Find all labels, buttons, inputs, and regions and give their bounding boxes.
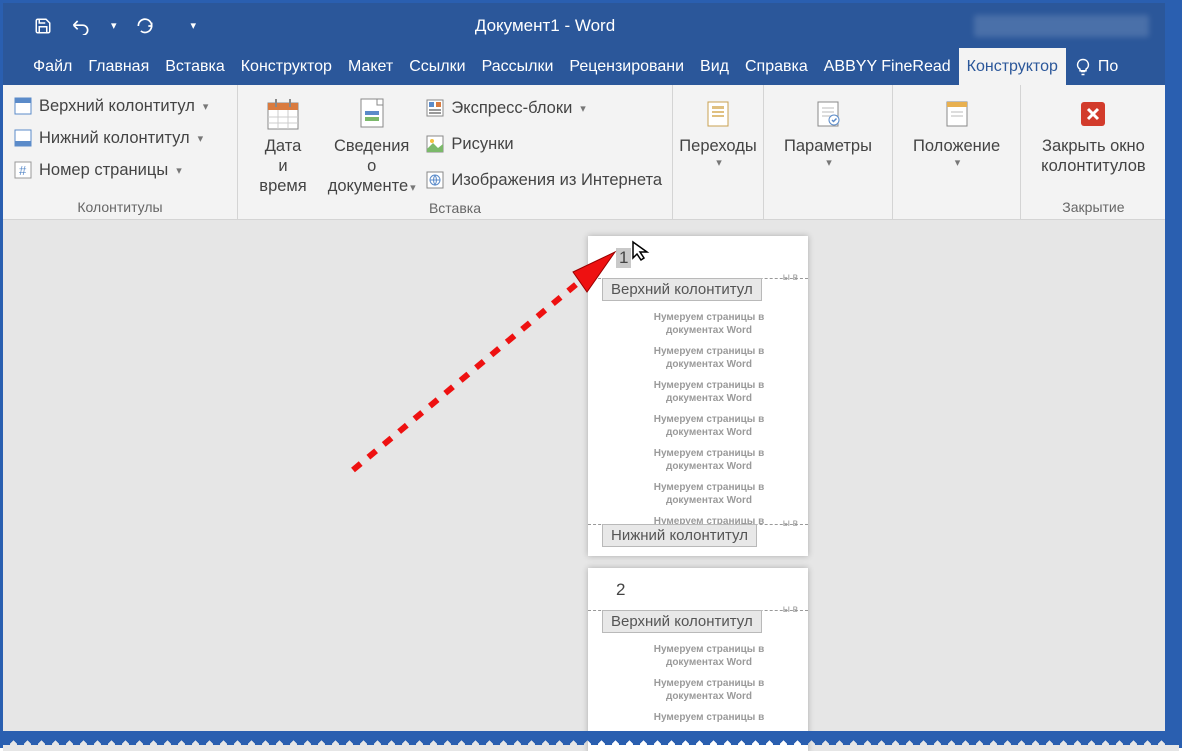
tell-me[interactable]: По — [1066, 48, 1126, 85]
close-l2: колонтитулов — [1041, 157, 1145, 177]
tab-help[interactable]: Справка — [737, 48, 816, 85]
header-icon — [13, 96, 33, 116]
goto-button[interactable]: Переходы ▾ — [683, 91, 753, 170]
online-pictures-icon — [425, 170, 445, 190]
document-workspace[interactable]: 1 ы в Верхний колонтитул Нумеруем страни… — [3, 220, 1179, 751]
title-bar: ▾ ▾ Документ1 - Word — [3, 3, 1179, 48]
webpictures-button[interactable]: Изображения из Интернета — [425, 167, 662, 193]
footer-label: Нижний колонтитул — [39, 129, 190, 148]
ribbon-tabs: Файл Главная Вставка Конструктор Макет С… — [3, 48, 1179, 85]
tab-hf-design[interactable]: Конструктор — [959, 48, 1066, 85]
footer-icon — [13, 128, 33, 148]
header-tag-p1: Верхний колонтитул — [602, 278, 762, 301]
chevron-down-icon: ▾ — [955, 157, 961, 170]
close-l1: Закрыть окно — [1042, 137, 1145, 157]
chevron-down-icon: ▾ — [198, 132, 204, 145]
page-2-body: Нумеруем страницы вдокументах Word Нумер… — [612, 643, 784, 724]
footer-button[interactable]: Нижний колонтитул ▾ — [13, 125, 208, 151]
options-button[interactable]: Параметры ▾ — [774, 91, 882, 170]
datetime-l2: время — [259, 177, 306, 197]
tab-references[interactable]: Ссылки — [401, 48, 473, 85]
quickparts-button[interactable]: Экспресс-блоки ▾ — [425, 95, 662, 121]
footer-tag-p1: Нижний колонтитул — [602, 524, 757, 547]
chevron-down-icon: ▾ — [203, 100, 209, 113]
tell-me-label: По — [1098, 58, 1118, 76]
webpictures-label: Изображения из Интернета — [451, 171, 662, 190]
pictures-label: Рисунки — [451, 135, 513, 154]
chevron-down-icon: ▾ — [716, 157, 722, 170]
chevron-down-icon: ▾ — [410, 182, 416, 194]
pictures-button[interactable]: Рисунки — [425, 131, 662, 157]
page-1-body: Нумеруем страницы вдокументах Word Нумер… — [612, 311, 784, 528]
chevron-down-icon: ▾ — [176, 164, 182, 177]
group-header-footer: Верхний колонтитул ▾ Нижний колонтитул ▾… — [3, 85, 238, 219]
edge-text: ы в — [783, 518, 798, 529]
close-icon — [1074, 95, 1112, 133]
docinfo-l2: документе — [328, 177, 408, 195]
position-button[interactable]: Положение ▾ — [903, 91, 1010, 170]
pagenumber-label: Номер страницы — [39, 161, 168, 180]
ribbon: Верхний колонтитул ▾ Нижний колонтитул ▾… — [3, 85, 1179, 220]
tab-view[interactable]: Вид — [692, 48, 737, 85]
page-number-1[interactable]: 1 — [616, 248, 631, 268]
screenshot-jagged-right — [1165, 3, 1179, 745]
window-title: Документ1 - Word — [116, 16, 974, 36]
tab-home[interactable]: Главная — [80, 48, 157, 85]
tab-layout[interactable]: Макет — [340, 48, 401, 85]
save-icon[interactable] — [33, 16, 53, 36]
tab-review[interactable]: Рецензировани — [561, 48, 692, 85]
pictures-icon — [425, 134, 445, 154]
goto-label: Переходы — [679, 137, 756, 157]
options-icon — [809, 95, 847, 133]
group-close-label: Закрытие — [1031, 195, 1155, 217]
datetime-button[interactable]: Дата и время — [248, 91, 318, 196]
screenshot-jagged-bottom — [3, 731, 1179, 745]
group-hf-label: Колонтитулы — [13, 195, 227, 217]
quickparts-icon — [425, 98, 445, 118]
page-2[interactable]: 2 ы в Верхний колонтитул Нумеруем страни… — [588, 568, 808, 751]
position-label: Положение — [913, 137, 1000, 157]
goto-icon — [699, 95, 737, 133]
close-hf-button[interactable]: Закрыть окно колонтитулов — [1031, 91, 1155, 177]
svg-text:#: # — [19, 163, 27, 178]
position-icon — [938, 95, 976, 133]
page-1[interactable]: 1 ы в Верхний колонтитул Нумеруем страни… — [588, 236, 808, 556]
pagenumber-button[interactable]: # Номер страницы ▾ — [13, 157, 208, 183]
tab-insert[interactable]: Вставка — [157, 48, 232, 85]
group-navigation: Переходы ▾ — [673, 85, 763, 219]
page-number-2[interactable]: 2 — [616, 580, 625, 600]
group-close: Закрыть окно колонтитулов Закрытие — [1021, 85, 1165, 219]
group-insert-label: Вставка — [248, 196, 662, 218]
chevron-down-icon: ▾ — [580, 102, 586, 115]
tab-mailings[interactable]: Рассылки — [474, 48, 562, 85]
tab-file[interactable]: Файл — [25, 48, 80, 85]
hash-icon: # — [13, 160, 33, 180]
group-options: Параметры ▾ — [763, 85, 893, 219]
tab-design[interactable]: Конструктор — [233, 48, 340, 85]
options-label: Параметры — [784, 137, 872, 157]
tab-abbyy[interactable]: ABBYY FineRead — [816, 48, 959, 85]
quickparts-label: Экспресс-блоки — [451, 99, 572, 118]
docinfo-l1: Сведения о — [332, 137, 411, 177]
header-tag-p2: Верхний колонтитул — [602, 610, 762, 633]
datetime-l1: Дата и — [258, 137, 308, 177]
calendar-icon — [264, 95, 302, 133]
undo-icon[interactable] — [71, 16, 91, 36]
edge-text: ы в — [783, 604, 798, 615]
header-label: Верхний колонтитул — [39, 97, 195, 116]
group-insert: Дата и время Сведения о документе▾ Экспр… — [238, 85, 673, 219]
chevron-down-icon: ▾ — [826, 157, 832, 170]
docinfo-button[interactable]: Сведения о документе▾ — [322, 91, 421, 196]
group-position: Положение ▾ — [893, 85, 1021, 219]
edge-text: ы в — [783, 272, 798, 283]
lightbulb-icon — [1074, 58, 1092, 76]
document-info-icon — [353, 95, 391, 133]
user-account-area[interactable] — [974, 15, 1149, 37]
header-button[interactable]: Верхний колонтитул ▾ — [13, 93, 208, 119]
